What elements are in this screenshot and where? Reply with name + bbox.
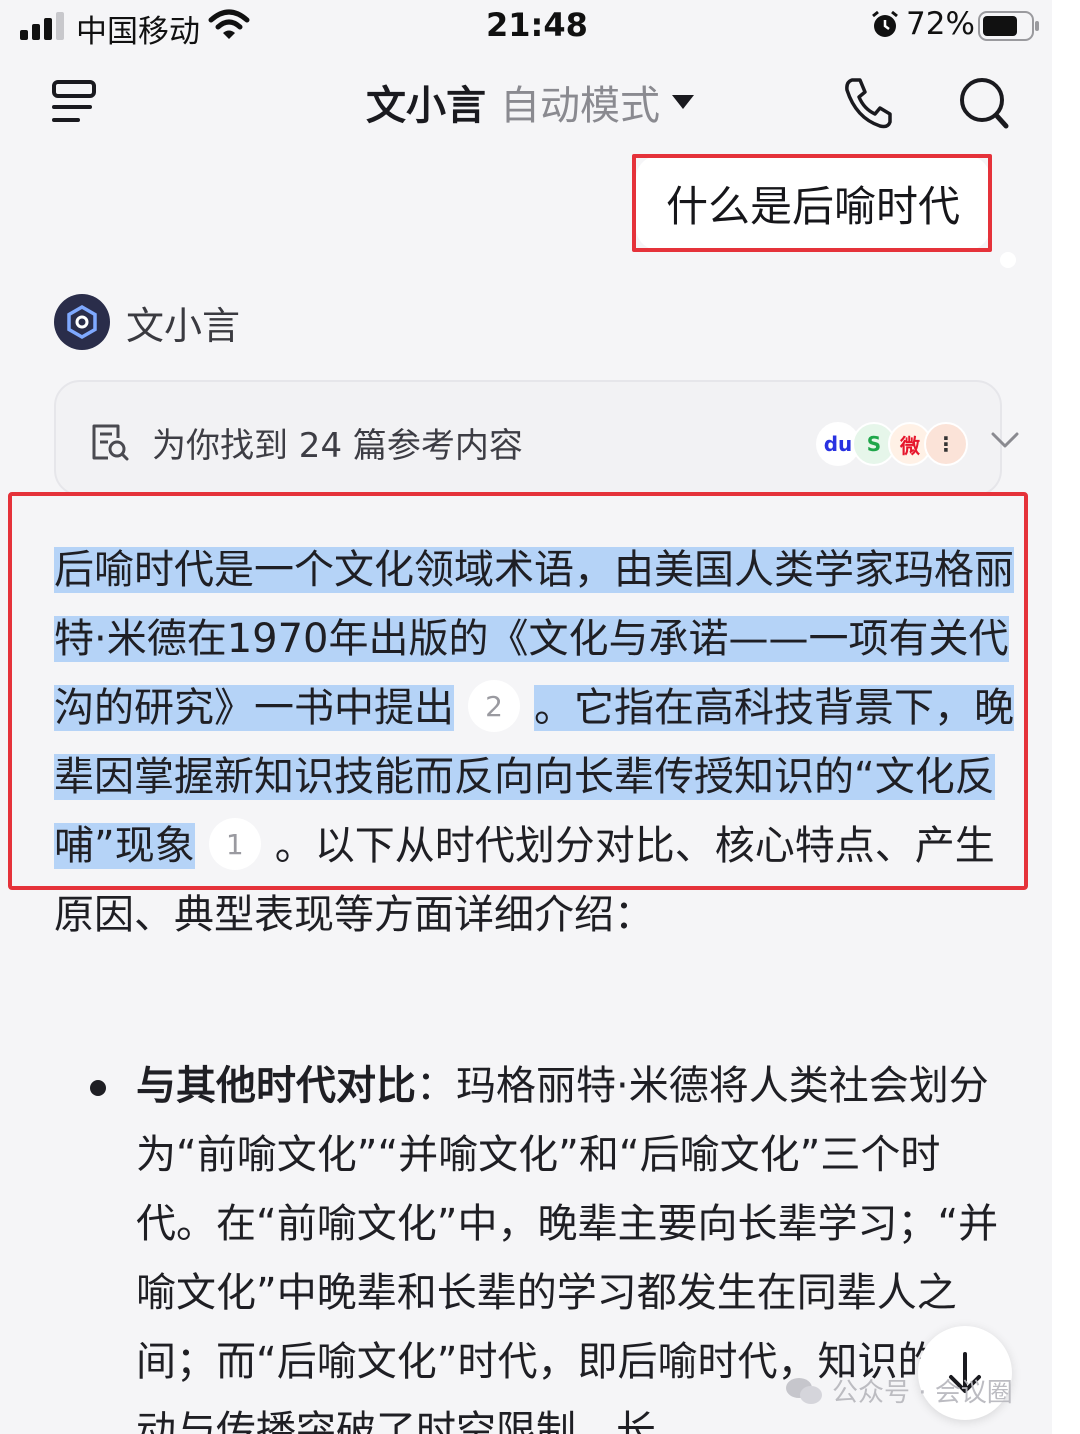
top-nav-bar: 文小言 自动模式 [0, 60, 1052, 150]
answer-continuation: 。以下从时代划分对比、核心特点、产生原因、典型表现等方面详细介绍： [54, 823, 995, 938]
assistant-avatar [54, 294, 110, 350]
citation-badge[interactable]: 1 [208, 818, 261, 870]
alarm-icon [872, 10, 898, 37]
wechat-icon [786, 1377, 822, 1404]
battery-icon [978, 11, 1039, 41]
mode-label: 自动模式 [500, 83, 660, 129]
signal-icon [20, 12, 64, 40]
app-title: 文小言 [366, 83, 486, 129]
highlighted-last-char: 象 [154, 823, 195, 869]
references-card[interactable]: 为你找到 24 篇参考内容 du S 微 ⋮ [54, 380, 1019, 496]
watermark: 公众号 · 会议圈 [784, 1372, 1013, 1409]
references-count-label: 为你找到 24 篇参考内容 [152, 426, 523, 466]
bullet-heading: 与其他时代对比 [136, 1063, 416, 1109]
watermark-text: 公众号 · 会议圈 [832, 1378, 1013, 1408]
wifi-icon [208, 9, 250, 39]
clock: 21:48 [486, 6, 588, 44]
assistant-logo-icon [67, 304, 97, 340]
bullet-dot [90, 1080, 106, 1096]
carrier-name: 中国移动 [76, 14, 200, 50]
source-icons: du S 微 ⋮ [816, 422, 972, 466]
assistant-header: 文小言 [54, 294, 240, 350]
bubble-tail [1000, 252, 1016, 268]
battery-percent: 72% [906, 6, 975, 42]
document-search-icon [92, 424, 129, 461]
chevron-down-icon[interactable] [990, 430, 1020, 450]
phone-call-icon[interactable] [842, 76, 892, 130]
screenshot-margin [1052, 0, 1080, 1434]
status-bar: 中国移动 21:48 72% [0, 0, 1052, 52]
mode-selector[interactable]: 文小言 自动模式 [366, 74, 696, 130]
citation-badge[interactable]: 2 [468, 680, 520, 732]
caret-down-icon [672, 95, 694, 109]
chat-screen: 中国移动 21:48 72% 文小言 自动模式 什么是后喻时代 文小言 为你找到… [0, 0, 1052, 1434]
more-sources-icon: ⋮ [924, 422, 968, 466]
user-message-bubble[interactable]: 什么是后喻时代 [636, 156, 990, 250]
assistant-name: 文小言 [126, 303, 241, 348]
answer-paragraph: 后喻时代是一个文化领域术语，由美国人类学家玛格丽特·米德在1970年出版的《文化… [54, 536, 1014, 950]
menu-icon[interactable] [50, 78, 98, 126]
search-icon[interactable] [958, 76, 1010, 130]
